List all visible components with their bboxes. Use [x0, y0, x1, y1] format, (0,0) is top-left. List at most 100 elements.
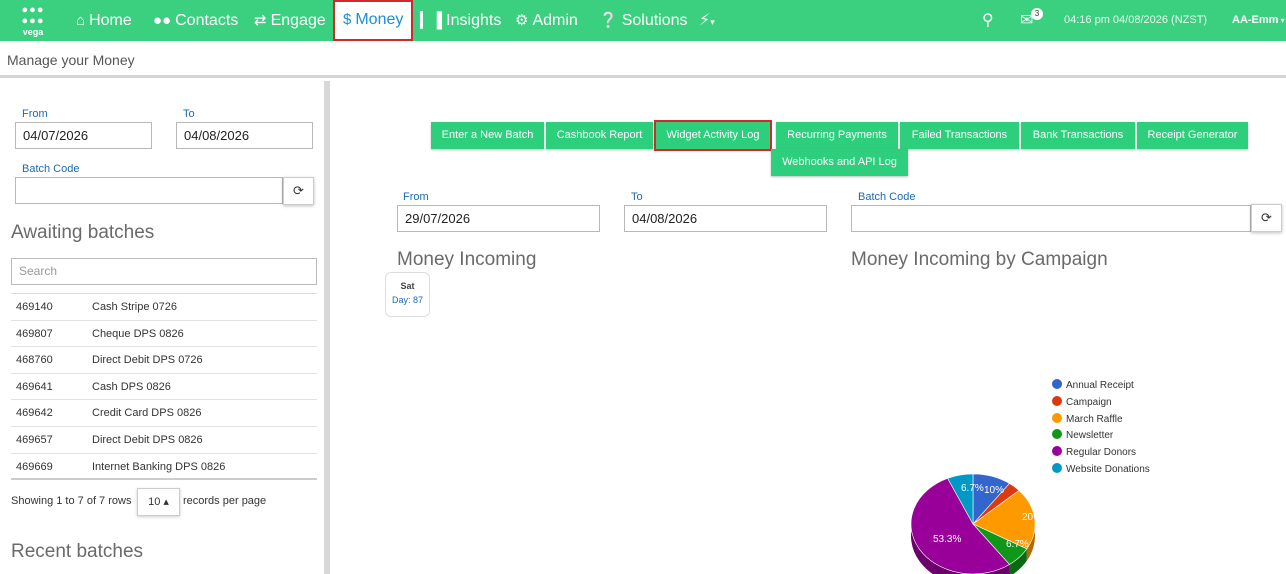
- to-date-input[interactable]: 04/08/2026: [624, 205, 827, 232]
- legend-dot: [1052, 429, 1062, 440]
- nav-contacts[interactable]: ●● Contacts: [153, 0, 238, 41]
- vega-logo[interactable]: ●●● ●●● vega: [18, 4, 48, 38]
- slice-label-raffle: 20: [1022, 512, 1034, 523]
- receipt-generator-button[interactable]: Receipt Generator: [1137, 122, 1248, 149]
- legend-label: March Raffle: [1066, 413, 1123, 425]
- batch-code-input[interactable]: [851, 205, 1251, 232]
- bolt-icon: ⚡: [699, 12, 711, 29]
- batch-id: 469657: [16, 433, 53, 446]
- legend-dot: [1052, 412, 1062, 423]
- datetime-display: 04:16 pm 04/08/2026 (NZST): [1064, 14, 1208, 26]
- legend-label: Regular Donors: [1066, 447, 1137, 459]
- slice-label-annual: 10%: [984, 485, 1005, 496]
- batch-name: Credit Card DPS 0826: [92, 407, 202, 420]
- table-row[interactable]: 469657 Direct Debit DPS 0826: [11, 427, 317, 454]
- batch-id: 469642: [16, 407, 53, 420]
- home-icon: ⌂: [76, 12, 86, 29]
- legend-item[interactable]: Website Donations: [1052, 461, 1150, 478]
- batch-name: Direct Debit DPS 0726: [92, 354, 203, 367]
- page-title: Manage your Money: [7, 52, 135, 68]
- legend-label: Newsletter: [1066, 430, 1114, 442]
- nav-engage[interactable]: ⇄ Engage: [254, 0, 326, 41]
- from-date-input[interactable]: 29/07/2026: [397, 205, 600, 232]
- batch-id: 468760: [16, 354, 53, 367]
- from-label: From: [403, 191, 429, 203]
- top-navbar: ●●● ●●● vega ⌂ Home ●● Contacts ⇄ Engage $ Mo…: [0, 0, 1286, 41]
- chart-tooltip: Sat Day: 87: [385, 272, 430, 317]
- user-menu[interactable]: AA-Emm ▾: [1232, 0, 1285, 41]
- money-incoming-by-campaign-heading: Money Incoming by Campaign: [851, 249, 1108, 270]
- to-label: To: [631, 191, 643, 203]
- main-panel: Enter a New Batch Cashbook Report Widget…: [336, 81, 1286, 574]
- legend-dot: [1052, 462, 1062, 473]
- table-row[interactable]: 469642 Credit Card DPS 0826: [11, 400, 317, 427]
- question-circle-icon: ❔: [599, 12, 618, 29]
- exchange-icon: ⇄: [254, 12, 267, 29]
- tooltip-value: Day: 87: [391, 295, 424, 305]
- nav-solutions-label: Solutions: [621, 12, 688, 29]
- from-date-input[interactable]: 04/07/2026: [15, 122, 152, 149]
- page-size-select[interactable]: 10 ▴: [137, 488, 180, 516]
- bank-transactions-button[interactable]: Bank Transactions: [1021, 122, 1135, 149]
- money-incoming-heading: Money Incoming: [397, 249, 537, 270]
- failed-transactions-button[interactable]: Failed Transactions: [900, 122, 1019, 149]
- legend-item[interactable]: Annual Receipt: [1052, 377, 1150, 394]
- widget-activity-log-button[interactable]: Widget Activity Log: [654, 120, 772, 151]
- nav-admin[interactable]: ⚙ Admin: [515, 0, 578, 41]
- legend-label: Annual Receipt: [1066, 380, 1134, 391]
- webhooks-api-log-button[interactable]: Webhooks and API Log: [771, 149, 908, 176]
- batch-name: Cheque DPS 0826: [92, 327, 184, 340]
- slice-label-regular: 53.3%: [933, 534, 962, 545]
- chart-legend: Annual Receipt Campaign March Raffle Newsle…: [1052, 377, 1150, 478]
- logo-people-icon: ●●● ●●●: [21, 4, 45, 27]
- logo-text: vega: [22, 27, 44, 37]
- legend-label: Website Donations: [1066, 463, 1150, 475]
- table-row[interactable]: 469669 Internet Banking DPS 0826: [11, 454, 317, 481]
- dollar-icon: $: [343, 11, 352, 28]
- page-subheader: Manage your Money: [0, 41, 1286, 78]
- batch-name: Cash Stripe 0726: [92, 301, 177, 313]
- search-icon[interactable]: ⚲: [982, 0, 994, 41]
- recent-batches-heading: Recent batches: [11, 541, 144, 562]
- batch-code-input[interactable]: [15, 177, 283, 204]
- mail-count-badge: 3: [1031, 8, 1043, 20]
- cashbook-report-button[interactable]: Cashbook Report: [546, 122, 653, 149]
- slice-label-website: 6.7%: [961, 483, 984, 494]
- enter-new-batch-button[interactable]: Enter a New Batch: [431, 122, 544, 149]
- nav-money[interactable]: $ Money: [332, 0, 414, 41]
- nav-solutions[interactable]: ❔ Solutions: [599, 0, 688, 41]
- nav-home[interactable]: ⌂ Home: [76, 0, 132, 41]
- legend-item[interactable]: March Raffle: [1052, 411, 1150, 428]
- batch-code-label: Batch Code: [22, 163, 80, 175]
- legend-dot: [1052, 446, 1062, 457]
- refresh-icon[interactable]: ⟳: [283, 177, 314, 205]
- mail-icon[interactable]: ✉: [1020, 0, 1033, 41]
- legend-item[interactable]: Campaign: [1052, 394, 1150, 411]
- nav-quick-actions[interactable]: ⚡▾: [699, 0, 715, 41]
- nav-insights-label: Insights: [446, 12, 502, 29]
- nav-insights[interactable]: ▎▐ Insights: [420, 0, 501, 41]
- refresh-icon[interactable]: ⟳: [1251, 204, 1282, 232]
- to-date-input[interactable]: 04/08/2026: [176, 122, 313, 149]
- table-row[interactable]: 469807 Cheque DPS 0826: [11, 321, 317, 348]
- legend-item[interactable]: Newsletter: [1052, 427, 1150, 444]
- batch-search-input[interactable]: Search: [11, 258, 317, 285]
- nav-admin-label: Admin: [532, 12, 578, 29]
- nav-engage-label: Engage: [270, 12, 326, 29]
- table-row[interactable]: 468760 Direct Debit DPS 0726: [11, 347, 317, 374]
- slice-label-newsletter: 6.7%: [1006, 539, 1029, 550]
- pagination-info: Showing 1 to 7 of 7 rows: [11, 495, 132, 507]
- batch-code-label: Batch Code: [858, 191, 916, 203]
- batch-id: 469140: [16, 301, 53, 313]
- to-label: To: [183, 108, 195, 120]
- table-row[interactable]: 469140 Cash Stripe 0726: [11, 294, 317, 321]
- legend-item[interactable]: Regular Donors: [1052, 444, 1150, 461]
- nav-home-label: Home: [89, 12, 132, 29]
- table-row[interactable]: 469641 Cash DPS 0826: [11, 374, 317, 401]
- recurring-payments-button[interactable]: Recurring Payments: [776, 122, 898, 149]
- users-icon: ●●: [153, 12, 172, 29]
- batch-name: Direct Debit DPS 0826: [92, 433, 203, 446]
- batch-id: 469641: [16, 380, 53, 393]
- batch-id: 469807: [16, 327, 53, 340]
- records-per-page-label: records per page: [183, 495, 267, 507]
